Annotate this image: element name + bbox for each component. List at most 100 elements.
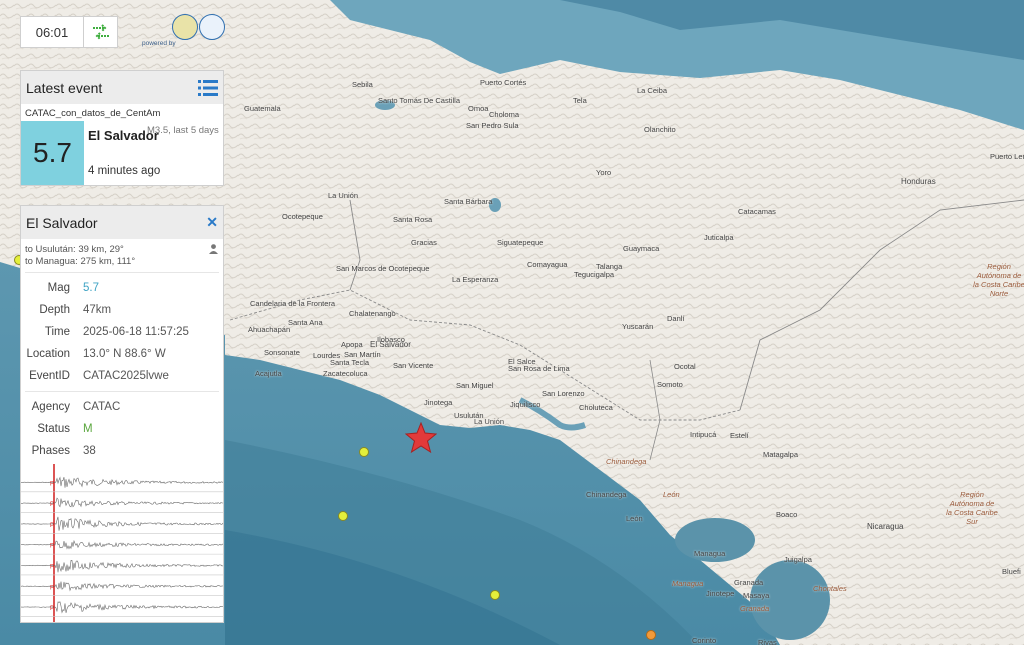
- map-label-city: Siguatepeque: [497, 238, 544, 247]
- map-label-city: Managua: [694, 549, 726, 558]
- latest-event-ago: 4 minutes ago: [88, 165, 161, 177]
- organization-logo: [172, 14, 198, 40]
- map-label-country: Nicaragua: [867, 522, 904, 531]
- map-label-city: San Pedro Sula: [466, 121, 519, 130]
- map-label-city: Yoro: [596, 168, 612, 177]
- depth-value: 47km: [83, 304, 112, 316]
- map-label-city: Yuscarán: [622, 322, 654, 331]
- depth-label: Depth: [39, 304, 70, 316]
- map-label-city: Catacamas: [738, 207, 776, 216]
- latest-event-star-icon[interactable]: [405, 422, 437, 454]
- seismogram[interactable]: P P P P P P P: [21, 464, 224, 623]
- event-marker[interactable]: [338, 511, 348, 521]
- latest-event-header: Latest event: [21, 71, 223, 104]
- map-label-city: Jiquilisco: [510, 400, 541, 409]
- mag-value: 5.7: [83, 282, 99, 294]
- phase-pick-label: P: [50, 585, 54, 591]
- person-icon[interactable]: [209, 244, 218, 254]
- replay-button[interactable]: [84, 16, 118, 48]
- map-label-city: Rivas: [758, 638, 777, 645]
- map-label-city: Ocotepeque: [282, 212, 323, 221]
- map-label-city: León: [626, 514, 643, 523]
- event-origin-properties: Agency CATAC Status M Phases 38: [21, 396, 223, 462]
- map-label-city: Acajutla: [255, 369, 282, 378]
- status-label: Status: [37, 423, 70, 435]
- map-label-city: Puerto Cortés: [480, 78, 527, 87]
- map-label-city: Zacatecoluca: [323, 369, 368, 378]
- map-label-city: Danlí: [667, 314, 685, 323]
- latest-event-panel[interactable]: Latest event CATAC_con_datos_de_CentAm 5…: [20, 70, 224, 186]
- powered-by: powered by: [142, 40, 176, 47]
- phase-pick-label: P: [50, 606, 54, 612]
- eventid-label: EventID: [29, 370, 70, 382]
- map-label-city: Chinandega: [586, 490, 627, 499]
- agency-value: CATAC: [83, 401, 121, 413]
- phase-pick-label: P: [50, 565, 54, 571]
- status-value: M: [83, 423, 93, 435]
- map-label-city: Choluteca: [579, 403, 613, 412]
- map-label-region: Managua: [672, 579, 704, 588]
- map-label-region: Granada: [740, 604, 770, 613]
- event-detail-title: El Salvador: [26, 214, 98, 231]
- map-label-city: Santo Tomás De Castilla: [378, 96, 460, 105]
- logos: [168, 12, 228, 50]
- map-label-city: Juticalpa: [704, 233, 734, 242]
- event-marker[interactable]: [490, 590, 500, 600]
- time-value: 2025-06-18 11:57:25: [83, 326, 189, 338]
- map-label-city: La Ceiba: [637, 86, 668, 95]
- divider: [25, 272, 219, 273]
- latest-event-title: Latest event: [26, 79, 103, 96]
- map-label-city: Bluefi: [1002, 567, 1021, 576]
- map-label-city: Guaymaca: [623, 244, 660, 253]
- map-label-region: Chinandega: [606, 457, 647, 466]
- distance-line: to Managua: 275 km, 111°: [25, 256, 136, 267]
- close-icon[interactable]: ✕: [206, 214, 218, 231]
- map-label-city: Tegucigalpa: [574, 270, 615, 279]
- list-icon[interactable]: [198, 79, 218, 97]
- event-marker[interactable]: [646, 630, 656, 640]
- map-label-city: Chalatenango: [349, 309, 396, 318]
- map-label-city: La Unión: [328, 191, 359, 200]
- map-label-city: Puerto Lempira: [990, 152, 1024, 161]
- map-label-region: León: [663, 490, 680, 499]
- map-label-city: San Rosa de Lima: [508, 364, 570, 373]
- event-detail-panel: El Salvador ✕ to Usulután: 39 km, 29° to…: [20, 205, 224, 623]
- map-label-city: Guatemala: [244, 104, 281, 113]
- map-label-city: Intipucá: [690, 430, 717, 439]
- clock: 06:01: [20, 16, 84, 48]
- map-label-city: Ocotal: [674, 362, 696, 371]
- map-label-city: San Marcos de Ocotepeque: [336, 264, 430, 273]
- map-label-city: Masaya: [743, 591, 770, 600]
- location-value: 13.0° N 88.6° W: [83, 348, 166, 360]
- map-label-city: San Lorenzo: [542, 389, 585, 398]
- map-label-city: Granada: [734, 578, 764, 587]
- phase-pick-label: P: [50, 502, 54, 508]
- event-marker[interactable]: [359, 447, 369, 457]
- map-label-city: Sebila: [352, 80, 373, 89]
- location-label: Location: [26, 348, 70, 360]
- map-label-region: Región Autónoma de la Costa Caribe Norte: [973, 262, 1024, 298]
- eventid-value: CATAC2025lvwe: [83, 370, 169, 382]
- agency-label: Agency: [31, 401, 70, 413]
- map-label-city: Boaco: [776, 510, 798, 519]
- map-label-city: Apopa: [341, 340, 363, 349]
- mag-label: Mag: [47, 282, 70, 294]
- map-label-city: Comayagua: [527, 260, 568, 269]
- map-label-city: Santa Tecla: [330, 358, 370, 367]
- event-detail-header: El Salvador ✕: [21, 206, 223, 239]
- map-label-city: Estelí: [730, 431, 749, 440]
- map-label-city: Matagalpa: [763, 450, 799, 459]
- phase-pick-label: P: [50, 544, 54, 550]
- divider: [25, 391, 219, 392]
- distance-info: to Usulután: 39 km, 29° to Managua: 275 …: [21, 239, 223, 268]
- map-label-region: Chontales: [813, 584, 847, 593]
- map-label-city: Choloma: [489, 110, 520, 119]
- previous-event-note: M3.5, last 5 days: [147, 125, 219, 136]
- map-label-city: Gracias: [411, 238, 437, 247]
- map-label-city: Ahuachapán: [248, 325, 291, 334]
- map-label-city: Santa Rosa: [393, 215, 433, 224]
- map-label-city: La Esperanza: [452, 275, 499, 284]
- map-label-city: Corinto: [692, 636, 717, 645]
- map-label-city: Ilobasco: [377, 335, 405, 344]
- map-label-city: Jinotega: [424, 398, 453, 407]
